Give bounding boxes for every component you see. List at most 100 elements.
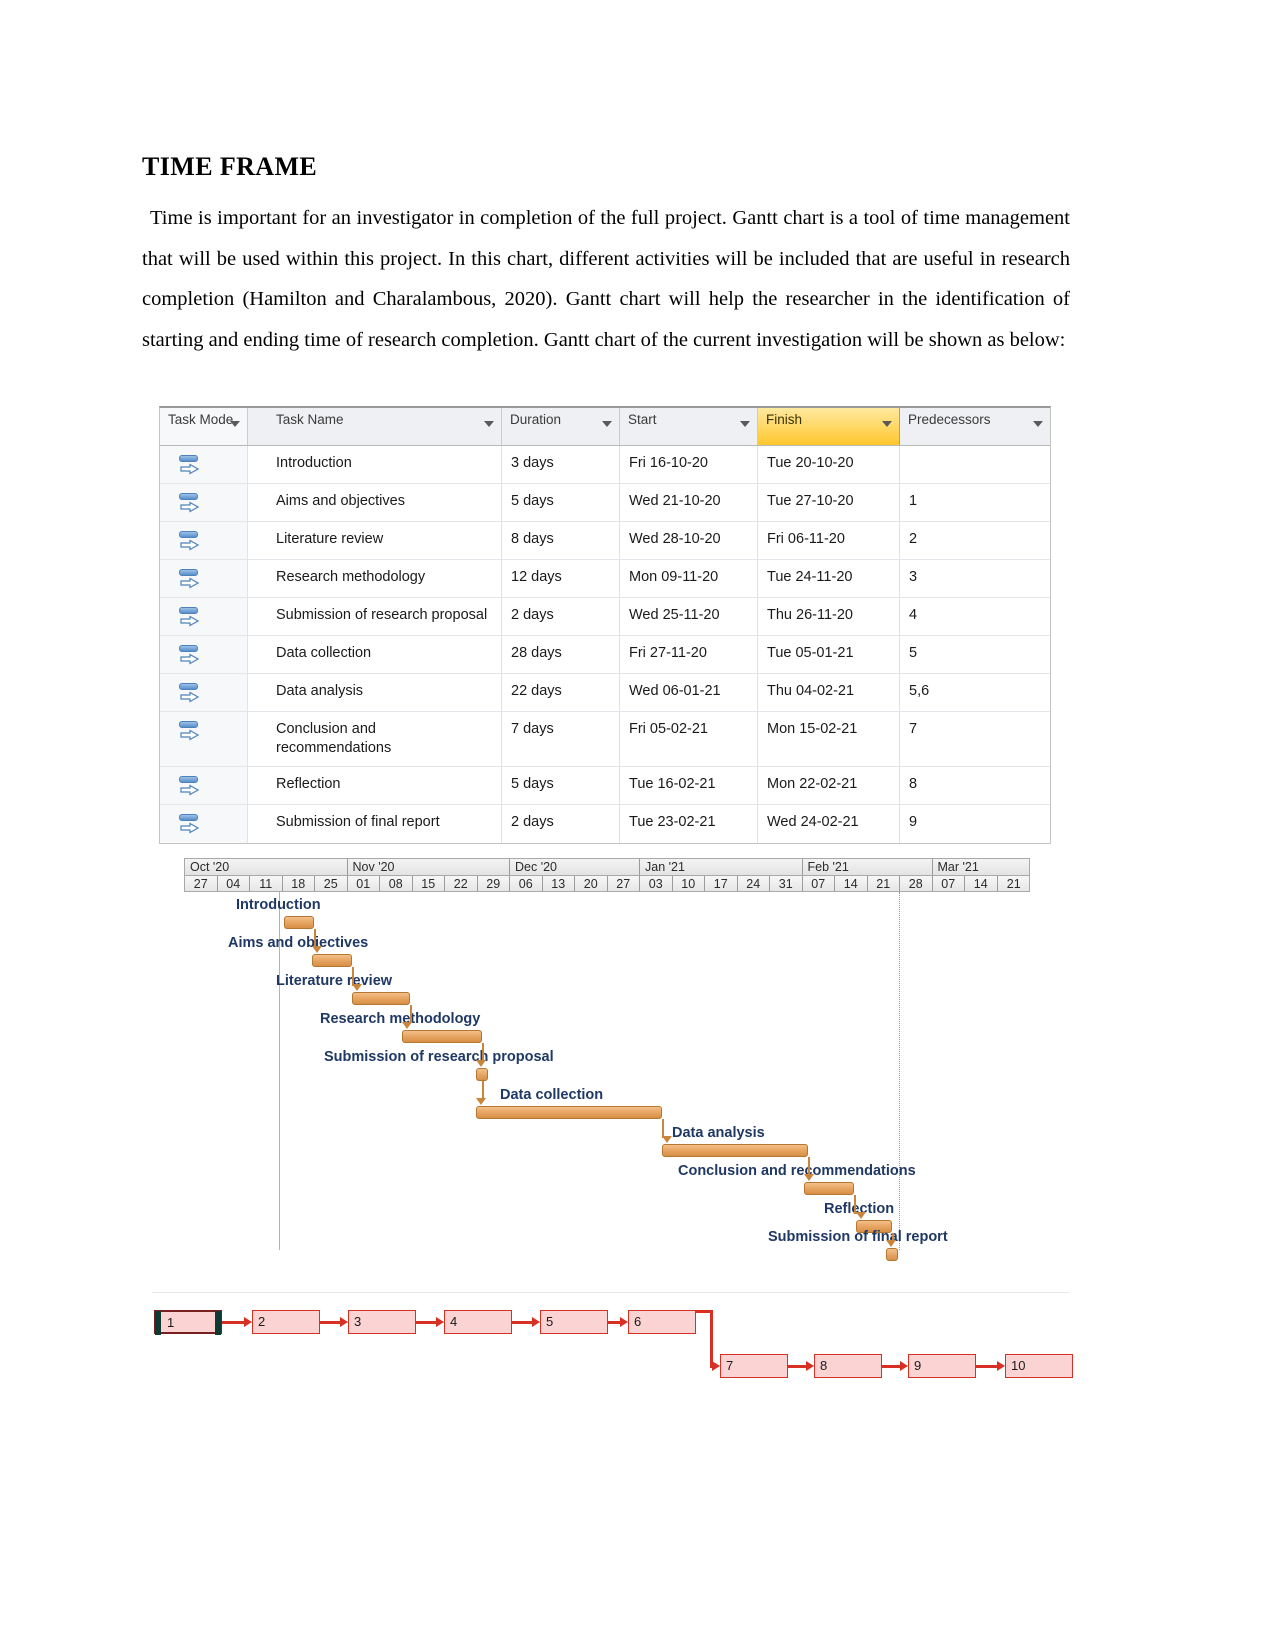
cell-start[interactable]: Tue 16-02-21 — [620, 767, 758, 804]
cell-duration[interactable]: 3 days — [502, 446, 620, 483]
cell-start[interactable]: Wed 25-11-20 — [620, 598, 758, 635]
cell-finish[interactable]: Mon 22-02-21 — [758, 767, 900, 804]
network-node[interactable]: 5 — [540, 1310, 608, 1334]
cell-finish[interactable]: Mon 15-02-21 — [758, 712, 900, 766]
table-row[interactable]: Reflection 5 days Tue 16-02-21 Mon 22-02-21… — [160, 767, 1050, 805]
cell-task-name[interactable]: Data collection — [248, 636, 502, 673]
table-row[interactable]: Aims and objectives 5 days Wed 21-10-20 Tue… — [160, 484, 1050, 522]
network-node[interactable]: 1 — [154, 1310, 222, 1335]
network-node[interactable]: 7 — [720, 1354, 788, 1378]
cell-finish[interactable]: Thu 26-11-20 — [758, 598, 900, 635]
gantt-bar[interactable] — [662, 1144, 808, 1157]
gantt-bar[interactable] — [804, 1182, 854, 1195]
gantt-bar[interactable] — [402, 1030, 482, 1043]
cell-task-name[interactable]: Submission of research proposal — [248, 598, 502, 635]
chevron-down-icon[interactable] — [484, 421, 494, 427]
cell-task-name[interactable]: Aims and objectives — [248, 484, 502, 521]
column-header-predecessors[interactable]: Predecessors — [900, 408, 1050, 445]
table-row[interactable]: Data analysis 22 days Wed 06-01-21 Thu 04-0… — [160, 674, 1050, 712]
cell-task-mode[interactable] — [160, 674, 248, 711]
cell-duration[interactable]: 28 days — [502, 636, 620, 673]
cell-task-name[interactable]: Submission of final report — [248, 805, 502, 843]
table-row[interactable]: Research methodology 12 days Mon 09-11-20 T… — [160, 560, 1050, 598]
network-node[interactable]: 6 — [628, 1310, 696, 1334]
cell-finish[interactable]: Tue 20-10-20 — [758, 446, 900, 483]
gantt-bar[interactable] — [352, 992, 410, 1005]
cell-finish[interactable]: Wed 24-02-21 — [758, 805, 900, 843]
gantt-bar[interactable] — [284, 916, 314, 929]
column-header-task-name[interactable]: Task Name — [248, 408, 502, 445]
cell-start[interactable]: Wed 06-01-21 — [620, 674, 758, 711]
network-node[interactable]: 4 — [444, 1310, 512, 1334]
cell-start[interactable]: Wed 28-10-20 — [620, 522, 758, 559]
cell-start[interactable]: Fri 16-10-20 — [620, 446, 758, 483]
cell-finish[interactable]: Thu 04-02-21 — [758, 674, 900, 711]
table-row[interactable]: Conclusion and recommendations 7 days Fri … — [160, 712, 1050, 767]
table-row[interactable]: Data collection 28 days Fri 27-11-20 Tue 05… — [160, 636, 1050, 674]
cell-task-mode[interactable] — [160, 767, 248, 804]
chevron-down-icon[interactable] — [1033, 421, 1043, 427]
cell-finish[interactable]: Tue 27-10-20 — [758, 484, 900, 521]
cell-finish[interactable]: Fri 06-11-20 — [758, 522, 900, 559]
chevron-down-icon[interactable] — [230, 421, 240, 427]
cell-duration[interactable]: 7 days — [502, 712, 620, 766]
cell-predecessors[interactable]: 9 — [900, 805, 1050, 843]
chevron-down-icon[interactable] — [740, 421, 750, 427]
cell-task-mode[interactable] — [160, 805, 248, 843]
cell-task-name[interactable]: Conclusion and recommendations — [248, 712, 502, 766]
cell-duration[interactable]: 5 days — [502, 484, 620, 521]
table-row[interactable]: Introduction 3 days Fri 16-10-20 Tue 20-10-… — [160, 446, 1050, 484]
gantt-milestone[interactable] — [476, 1068, 488, 1081]
cell-start[interactable]: Fri 27-11-20 — [620, 636, 758, 673]
cell-task-name[interactable]: Data analysis — [248, 674, 502, 711]
column-header-duration[interactable]: Duration — [502, 408, 620, 445]
cell-task-mode[interactable] — [160, 636, 248, 673]
chevron-down-icon[interactable] — [882, 421, 892, 427]
cell-task-mode[interactable] — [160, 598, 248, 635]
cell-finish[interactable]: Tue 05-01-21 — [758, 636, 900, 673]
cell-duration[interactable]: 2 days — [502, 598, 620, 635]
column-header-start[interactable]: Start — [620, 408, 758, 445]
cell-duration[interactable]: 5 days — [502, 767, 620, 804]
cell-start[interactable]: Wed 21-10-20 — [620, 484, 758, 521]
gantt-milestone[interactable] — [886, 1248, 898, 1261]
cell-task-mode[interactable] — [160, 522, 248, 559]
cell-predecessors[interactable]: 8 — [900, 767, 1050, 804]
network-node[interactable]: 8 — [814, 1354, 882, 1378]
network-node[interactable]: 3 — [348, 1310, 416, 1334]
cell-duration[interactable]: 22 days — [502, 674, 620, 711]
cell-task-mode[interactable] — [160, 484, 248, 521]
network-node[interactable]: 2 — [252, 1310, 320, 1334]
cell-task-name[interactable]: Research methodology — [248, 560, 502, 597]
cell-duration[interactable]: 12 days — [502, 560, 620, 597]
gantt-bar[interactable] — [312, 954, 352, 967]
table-row[interactable]: Submission of final report 2 days Tue 23-0… — [160, 805, 1050, 843]
network-node[interactable]: 10 — [1005, 1354, 1073, 1378]
network-node[interactable]: 9 — [908, 1354, 976, 1378]
table-row[interactable]: Submission of research proposal 2 days Wed… — [160, 598, 1050, 636]
column-header-task-mode[interactable]: Task Mode — [160, 408, 248, 445]
cell-duration[interactable]: 2 days — [502, 805, 620, 843]
cell-start[interactable]: Tue 23-02-21 — [620, 805, 758, 843]
cell-duration[interactable]: 8 days — [502, 522, 620, 559]
cell-predecessors[interactable]: 5,6 — [900, 674, 1050, 711]
cell-predecessors[interactable]: 4 — [900, 598, 1050, 635]
column-header-finish[interactable]: Finish — [758, 408, 900, 445]
cell-start[interactable]: Fri 05-02-21 — [620, 712, 758, 766]
chevron-down-icon[interactable] — [602, 421, 612, 427]
cell-task-name[interactable]: Reflection — [248, 767, 502, 804]
cell-predecessors[interactable]: 2 — [900, 522, 1050, 559]
cell-finish[interactable]: Tue 24-11-20 — [758, 560, 900, 597]
cell-start[interactable]: Mon 09-11-20 — [620, 560, 758, 597]
cell-task-name[interactable]: Introduction — [248, 446, 502, 483]
cell-predecessors[interactable] — [900, 446, 1050, 483]
table-row[interactable]: Literature review 8 days Wed 28-10-20 Fri 0… — [160, 522, 1050, 560]
cell-predecessors[interactable]: 5 — [900, 636, 1050, 673]
cell-predecessors[interactable]: 7 — [900, 712, 1050, 766]
cell-predecessors[interactable]: 1 — [900, 484, 1050, 521]
gantt-bar[interactable] — [476, 1106, 662, 1119]
cell-task-mode[interactable] — [160, 446, 248, 483]
cell-predecessors[interactable]: 3 — [900, 560, 1050, 597]
cell-task-mode[interactable] — [160, 712, 248, 766]
cell-task-mode[interactable] — [160, 560, 248, 597]
